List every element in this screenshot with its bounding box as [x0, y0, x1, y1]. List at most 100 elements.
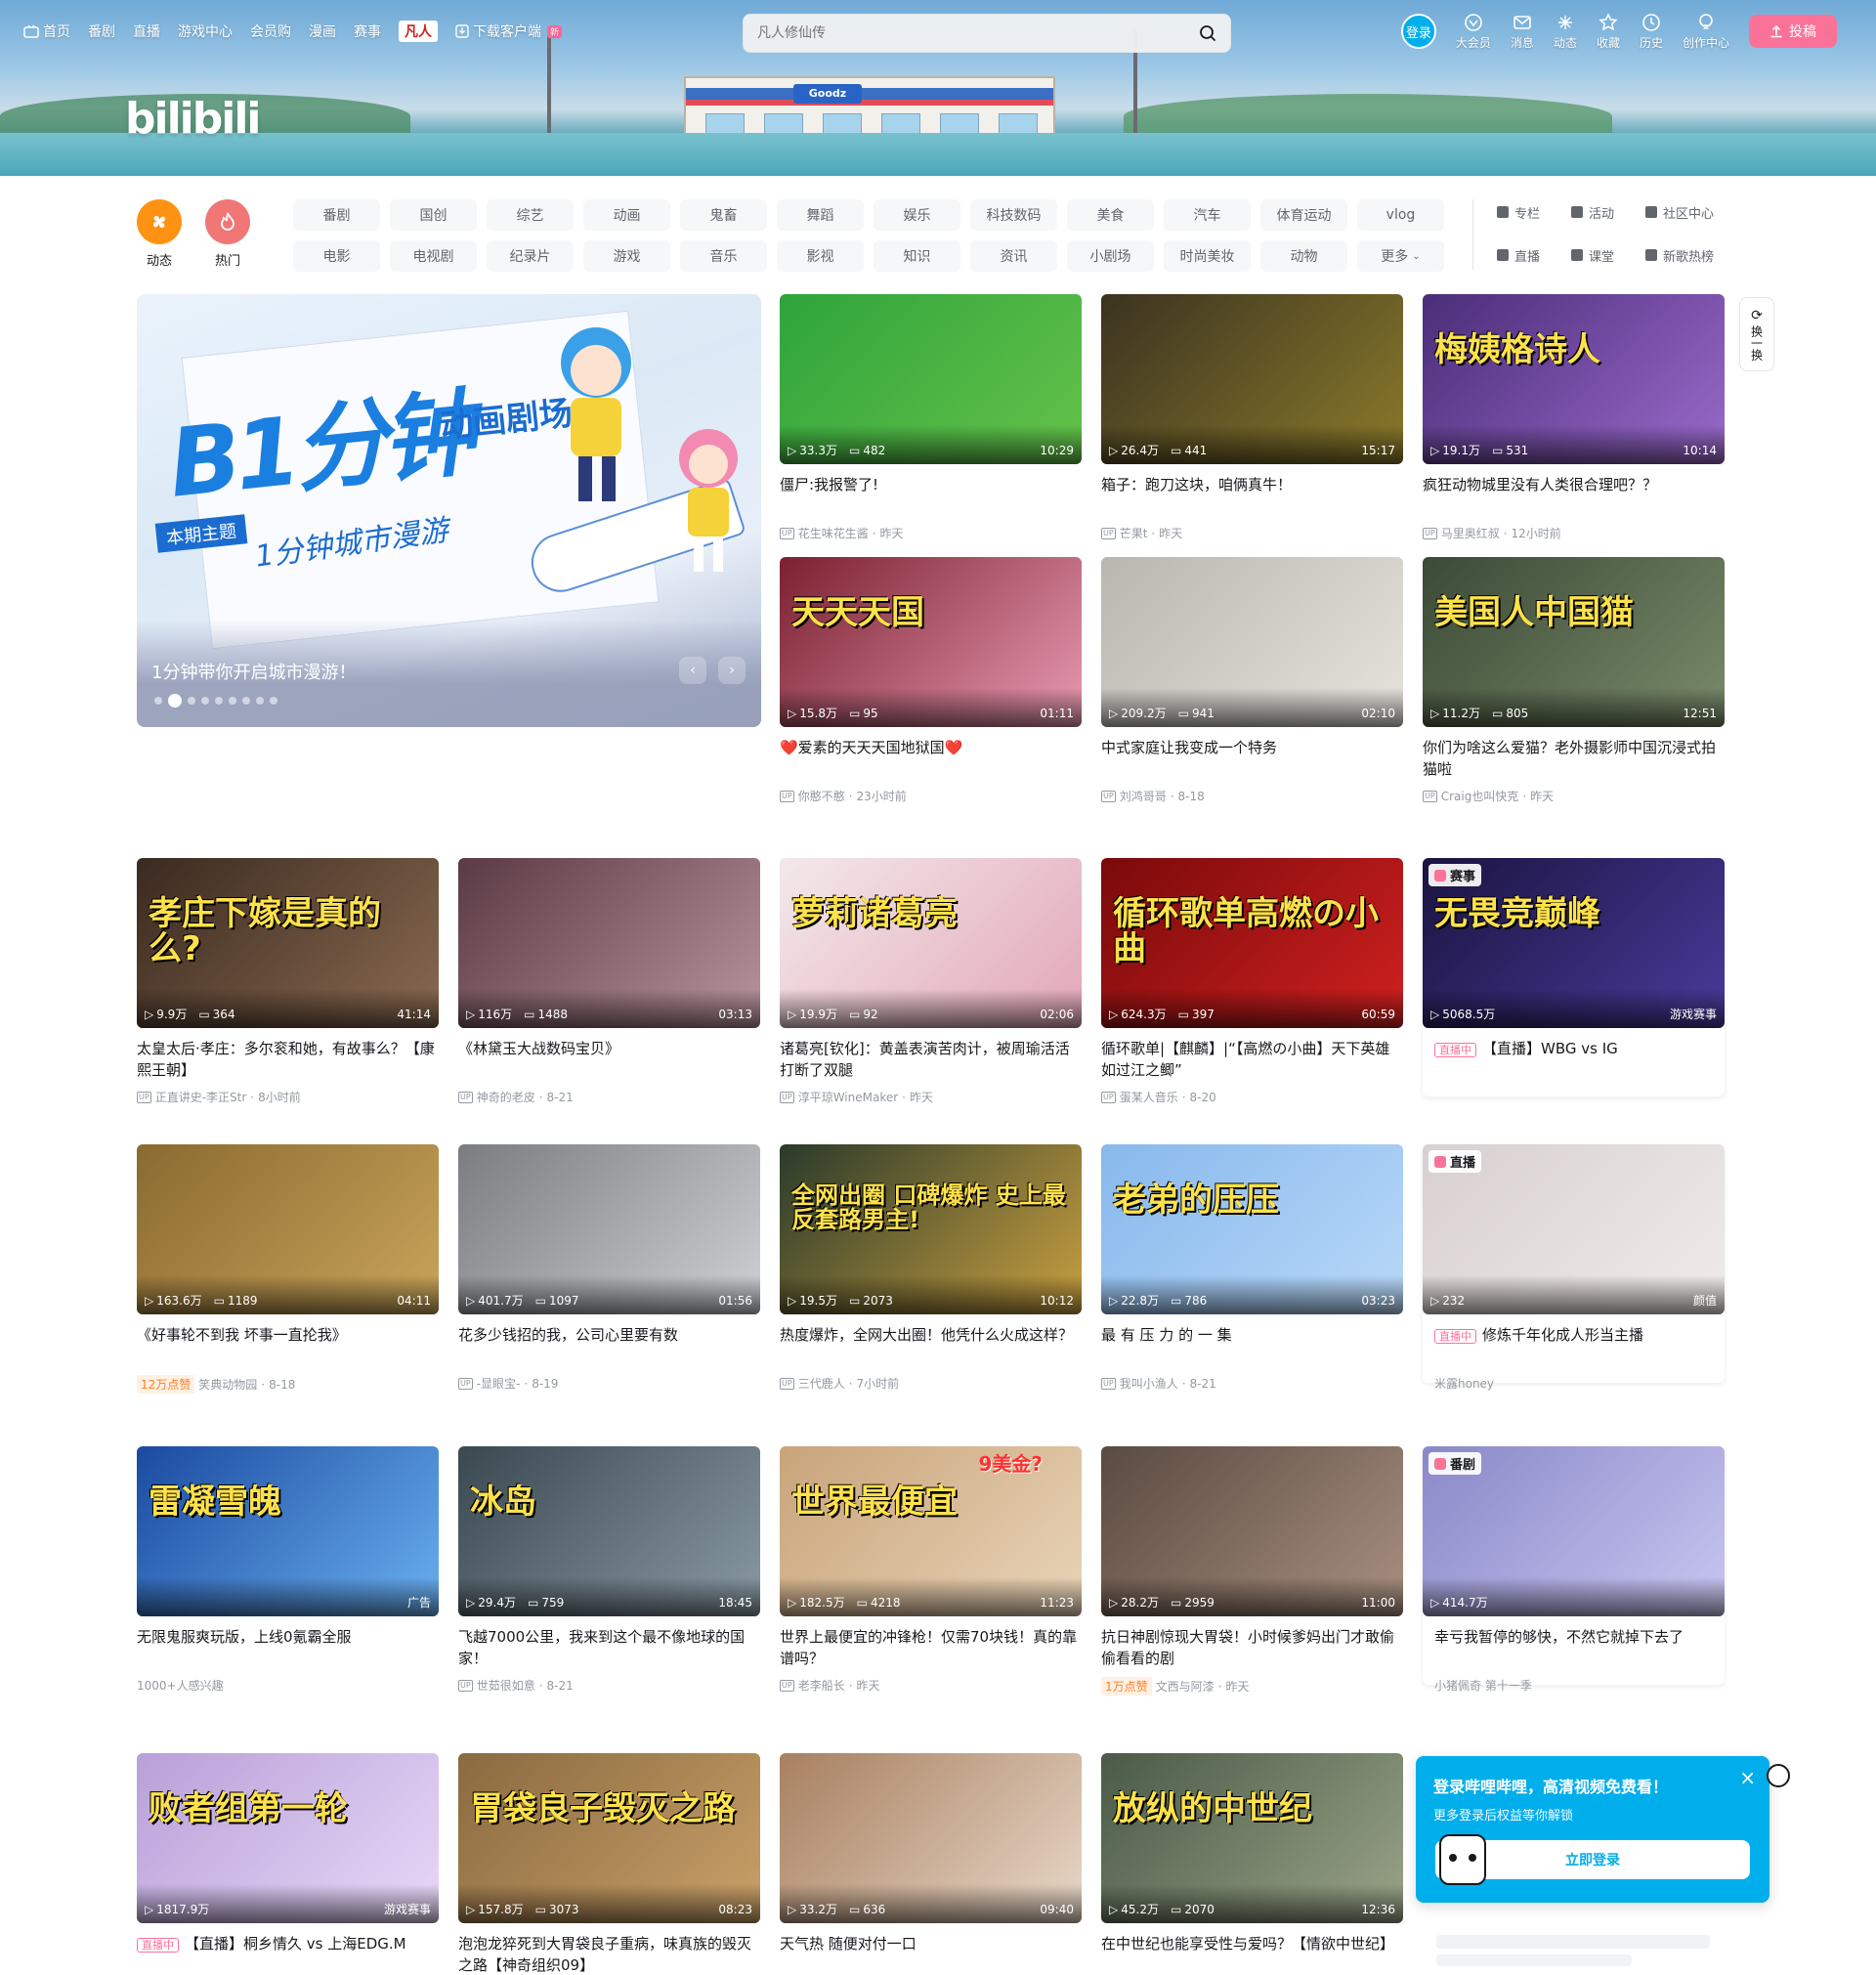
- video-card[interactable]: ▷ 401.7万 ▭ 1097 01:56 花多少钱招的我，公司心里要有数 UP -显眼宝- ·…: [458, 1144, 760, 1392]
- uploader-name[interactable]: 米露honey: [1434, 1375, 1494, 1392]
- channel-tag[interactable]: 综艺: [487, 199, 574, 231]
- video-thumbnail[interactable]: 天天天国 ▷ 15.8万 ▭ 95 01:11: [780, 557, 1082, 727]
- carousel-dot[interactable]: [201, 697, 209, 705]
- video-thumbnail[interactable]: ▷ 26.4万 ▭ 441 15:17: [1101, 294, 1403, 464]
- video-thumbnail[interactable]: 循环歌单高燃の小曲 ▷ 624.3万 ▭ 397 60:59: [1101, 858, 1403, 1028]
- channel-tag[interactable]: 时尚美妆: [1164, 240, 1251, 272]
- video-card[interactable]: ▷ 209.2万 ▭ 941 02:10 中式家庭让我变成一个特务 UP 刘鸿哥哥 · 8-18: [1101, 557, 1403, 804]
- video-card[interactable]: 全网出圈 口碑爆炸 史上最反套路男主! ▷ 19.5万 ▭ 2073 10:12 热度爆炸，…: [780, 1144, 1082, 1392]
- video-card[interactable]: 放纵的中世纪 ▷ 45.2万 ▭ 2070 12:36 在中世纪也能享受性与爱吗？【情欲中世…: [1101, 1753, 1403, 1975]
- channel-tag[interactable]: 动物: [1260, 240, 1347, 272]
- carousel-dot[interactable]: [215, 697, 223, 705]
- video-card[interactable]: ▷ 28.2万 ▭ 2959 11:00 抗日神剧惊现大胃袋！小时候爹妈出门才敢偷偷看看的…: [1101, 1446, 1403, 1696]
- channel-hot[interactable]: 热门: [205, 199, 250, 269]
- video-title[interactable]: 直播中 【直播】WBG vs IG: [1434, 1038, 1713, 1081]
- channel-tag[interactable]: 番剧: [293, 199, 380, 231]
- close-icon[interactable]: ×: [1739, 1768, 1756, 1787]
- uploader-name[interactable]: 老李船长: [798, 1677, 845, 1694]
- uploader-name[interactable]: 三代鹿人: [798, 1375, 845, 1392]
- video-thumbnail[interactable]: ▷ 33.3万 ▭ 482 10:29: [780, 294, 1082, 464]
- channel-tag[interactable]: 美食: [1067, 199, 1154, 231]
- uploader-name[interactable]: 神奇的老皮: [477, 1089, 535, 1105]
- uploader-name[interactable]: 花生味花生酱: [798, 525, 869, 541]
- uploader-name[interactable]: 你憨不憨: [798, 788, 845, 804]
- channel-tag[interactable]: vlog: [1357, 199, 1444, 231]
- video-thumbnail[interactable]: 胃袋良子毁灭之路 ▷ 157.8万 ▭ 3073 08:23: [458, 1753, 760, 1923]
- video-title[interactable]: 在中世纪也能享受性与爱吗？【情欲中世纪】: [1101, 1933, 1403, 1975]
- nav-special-fanren[interactable]: 凡人: [399, 21, 438, 42]
- nav-live[interactable]: 直播: [133, 21, 160, 41]
- uploader-name[interactable]: 世茹很如意: [477, 1677, 535, 1694]
- video-card[interactable]: 冰岛 ▷ 29.4万 ▭ 759 18:45 飞越7000公里，我来到这个最不像地球的国家！…: [458, 1446, 760, 1694]
- side-link-classroom[interactable]: 课堂: [1571, 242, 1645, 268]
- nav-favorites[interactable]: 收藏: [1597, 12, 1620, 51]
- carousel-dot-active[interactable]: [168, 694, 182, 708]
- channel-tag[interactable]: 动画: [583, 199, 670, 231]
- channel-tag[interactable]: 电视剧: [390, 240, 477, 272]
- uploader-name[interactable]: 文西与阿漆: [1156, 1678, 1215, 1695]
- nav-messages[interactable]: 消息: [1511, 13, 1534, 51]
- video-thumbnail[interactable]: ▷ 116万 ▭ 1488 03:13: [458, 858, 760, 1028]
- channel-tag[interactable]: 舞蹈: [777, 199, 864, 231]
- carousel-dot[interactable]: [242, 697, 250, 705]
- video-title[interactable]: 僵尸:我报警了!: [780, 474, 1082, 517]
- nav-mall[interactable]: 会员购: [250, 21, 291, 41]
- channel-tag[interactable]: 影视: [777, 240, 864, 272]
- video-card[interactable]: ▷ 163.6万 ▭ 1189 04:11 《好事轮不到我 坏事一直抡我》 12万点赞 笑典动…: [137, 1144, 439, 1394]
- video-card[interactable]: ▷ 33.2万 ▭ 636 09:40 天气热 随便对付一口: [780, 1753, 1082, 1975]
- video-title[interactable]: 直播中 修炼千年化成人形当主播: [1434, 1324, 1713, 1367]
- video-thumbnail[interactable]: ▷ 33.2万 ▭ 636 09:40: [780, 1753, 1082, 1923]
- carousel-title[interactable]: 1分钟带你开启城市漫游！: [151, 659, 356, 684]
- video-title[interactable]: 飞越7000公里，我来到这个最不像地球的国家！: [458, 1626, 760, 1669]
- video-title[interactable]: 世界上最便宜的冲锋枪！仅需70块钱！真的靠谱吗？: [780, 1626, 1082, 1669]
- channel-tag[interactable]: 纪录片: [487, 240, 574, 272]
- side-link-new-songs[interactable]: 新歌热榜: [1645, 242, 1720, 268]
- login-avatar-button[interactable]: 登录: [1400, 14, 1436, 49]
- nav-download-client[interactable]: 下载客户端 新: [455, 21, 563, 41]
- carousel-dot[interactable]: [154, 697, 162, 705]
- uploader-name[interactable]: 蛋某人音乐: [1120, 1089, 1178, 1105]
- side-link-live[interactable]: 直播: [1497, 242, 1571, 268]
- video-card[interactable]: 美国人中国猫 ▷ 11.2万 ▭ 805 12:51 你们为啥这么爱猫？老外摄影师中国沉浸式…: [1423, 557, 1725, 804]
- nav-dynamic[interactable]: 动态: [1554, 13, 1577, 51]
- video-title[interactable]: 箱子：跑刀这块，咱俩真牛！: [1101, 474, 1403, 517]
- uploader-name[interactable]: 正直讲史-李正Str: [155, 1089, 247, 1105]
- video-thumbnail[interactable]: 美国人中国猫 ▷ 11.2万 ▭ 805 12:51: [1423, 557, 1725, 727]
- video-title[interactable]: 《林黛玉大战数码宝贝》: [458, 1038, 760, 1081]
- video-title[interactable]: ❤️爱素的天天天国地狱国❤️: [780, 737, 1082, 780]
- video-title[interactable]: 天气热 随便对付一口: [780, 1933, 1082, 1975]
- carousel-dot[interactable]: [270, 697, 277, 705]
- video-thumbnail[interactable]: 放纵的中世纪 ▷ 45.2万 ▭ 2070 12:36: [1101, 1753, 1403, 1923]
- side-link-community[interactable]: 社区中心: [1645, 199, 1720, 225]
- nav-bangumi[interactable]: 番剧: [88, 21, 115, 41]
- uploader-name[interactable]: 芒果t: [1120, 525, 1148, 541]
- video-title[interactable]: 最 有 压 力 的 一 集: [1101, 1324, 1403, 1367]
- video-thumbnail[interactable]: 世界最便宜 9美金? ▷ 182.5万 ▭ 4218 11:23: [780, 1446, 1082, 1616]
- uploader-name[interactable]: 1000+人感兴趣: [137, 1677, 224, 1694]
- video-title[interactable]: 中式家庭让我变成一个特务: [1101, 737, 1403, 780]
- channel-feed[interactable]: 动态: [137, 199, 182, 269]
- video-thumbnail[interactable]: 老弟的压压 ▷ 22.8万 ▭ 786 03:23: [1101, 1144, 1403, 1314]
- channel-tag[interactable]: 国创: [390, 199, 477, 231]
- video-thumbnail[interactable]: 直播 ▷ 232 颜值: [1423, 1144, 1725, 1314]
- video-thumbnail[interactable]: ▷ 163.6万 ▭ 1189 04:11: [137, 1144, 439, 1314]
- nav-home[interactable]: 首页: [23, 21, 70, 41]
- video-thumbnail[interactable]: 雷凝雪魄 广告: [137, 1446, 439, 1616]
- video-card[interactable]: 天天天国 ▷ 15.8万 ▭ 95 01:11 ❤️爱素的天天天国地狱国❤️ UP 你憨不憨 · 2…: [780, 557, 1082, 804]
- video-thumbnail[interactable]: ▷ 28.2万 ▭ 2959 11:00: [1101, 1446, 1403, 1616]
- bilibili-logo[interactable]: bilibili: [125, 94, 261, 144]
- channel-more-button[interactable]: 更多 ⌄: [1357, 240, 1444, 272]
- nav-vip[interactable]: 大会员: [1456, 13, 1491, 51]
- video-title[interactable]: 花多少钱招的我，公司心里要有数: [458, 1324, 760, 1367]
- video-title[interactable]: 诸葛亮[钦化]：黄盖表演苦肉计，被周瑜活活打断了双腿: [780, 1038, 1082, 1081]
- nav-manga[interactable]: 漫画: [309, 21, 336, 41]
- video-title[interactable]: 《好事轮不到我 坏事一直抡我》: [137, 1324, 439, 1367]
- channel-tag[interactable]: 鬼畜: [680, 199, 767, 231]
- video-thumbnail[interactable]: 梅姨格诗人 ▷ 19.1万 ▭ 531 10:14: [1423, 294, 1725, 464]
- video-card[interactable]: 循环歌单高燃の小曲 ▷ 624.3万 ▭ 397 60:59 循环歌单|【麒麟】|“【高燃の…: [1101, 858, 1403, 1105]
- channel-tag[interactable]: 知识: [874, 240, 960, 272]
- uploader-name[interactable]: 小猪佩奇 第十一季: [1434, 1677, 1532, 1694]
- video-card[interactable]: 老弟的压压 ▷ 22.8万 ▭ 786 03:23 最 有 压 力 的 一 集 UP 我叫小渔人…: [1101, 1144, 1403, 1392]
- video-card[interactable]: 番剧 ▷ 414.7万 幸亏我暂停的够快，不然它就掉下去了 小猪佩奇 第十一季: [1423, 1446, 1725, 1693]
- channel-tag[interactable]: 电影: [293, 240, 380, 272]
